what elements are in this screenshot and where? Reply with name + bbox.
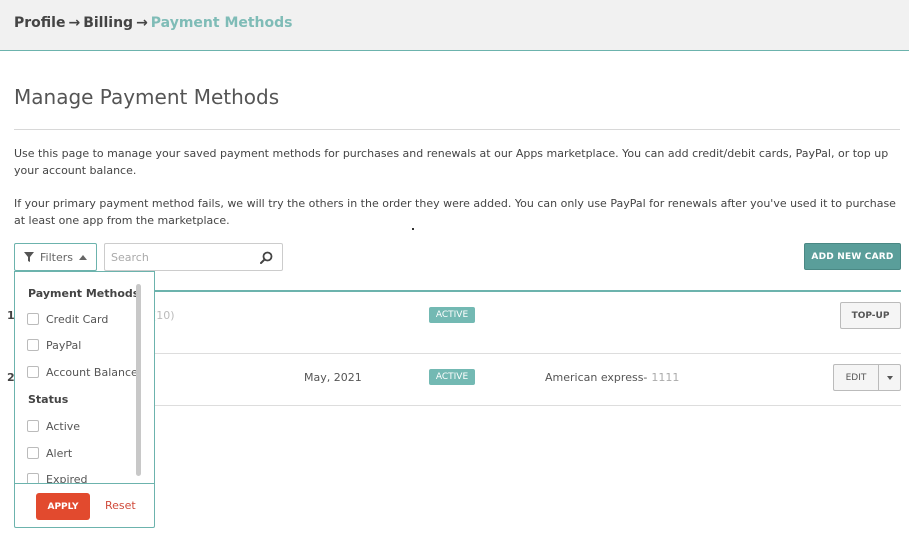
intro-paragraph-2: If your primary payment method fails, we… (14, 197, 896, 227)
status-badge: ACTIVE (429, 369, 475, 385)
status-badge: ACTIVE (429, 307, 475, 323)
search-input[interactable] (111, 249, 251, 265)
filter-option-alert[interactable]: Alert (27, 445, 72, 461)
checkbox[interactable] (27, 339, 39, 351)
row-expiry-date: May, 2021 (304, 371, 362, 384)
row-balance-count: (10) (152, 309, 175, 322)
filters-label: Filters (40, 250, 73, 264)
title-divider (14, 129, 900, 130)
top-bar: Profile → Billing → Payment Methods (0, 0, 909, 51)
checkbox[interactable] (27, 366, 39, 378)
intro-paragraph-1: Use this page to manage your saved payme… (14, 147, 889, 177)
checkbox[interactable] (27, 473, 39, 483)
checkbox[interactable] (27, 447, 39, 459)
caret-up-icon (78, 254, 87, 260)
filter-option-expired[interactable]: Expired (27, 471, 88, 483)
edit-menu-toggle[interactable] (878, 364, 901, 391)
filter-panel-footer: APPLY Reset (15, 483, 154, 527)
checkbox[interactable] (27, 420, 39, 432)
add-new-card-button[interactable]: ADD NEW CARD (804, 243, 901, 270)
page-title: Manage Payment Methods (14, 85, 280, 109)
filter-dropdown: Payment Methods Credit Card PayPal Accou… (14, 271, 155, 528)
filter-scrollbar[interactable] (136, 284, 141, 476)
stray-dot (412, 228, 414, 230)
filter-group-title: Status (28, 393, 69, 406)
filter-option-paypal[interactable]: PayPal (27, 337, 81, 353)
checkbox[interactable] (27, 313, 39, 325)
card-type: American express- (545, 371, 648, 384)
breadcrumb-billing[interactable]: Billing (83, 15, 133, 31)
card-last-digits: 1111 (651, 371, 680, 384)
filter-option-credit-card[interactable]: Credit Card (27, 311, 108, 327)
top-up-button[interactable]: TOP-UP (840, 302, 901, 329)
filter-options-list: Payment Methods Credit Card PayPal Accou… (15, 272, 154, 483)
search-icon[interactable] (260, 251, 273, 264)
funnel-icon (24, 252, 34, 262)
breadcrumb-separator: → (68, 15, 81, 31)
edit-button-group: EDIT (833, 364, 901, 391)
breadcrumb-profile[interactable]: Profile (14, 15, 65, 31)
reset-link[interactable]: Reset (105, 499, 136, 512)
breadcrumb-current: Payment Methods (150, 15, 293, 31)
breadcrumb-separator: → (136, 15, 148, 31)
edit-button[interactable]: EDIT (833, 364, 878, 391)
apply-button[interactable]: APPLY (36, 493, 90, 520)
search-box (104, 243, 283, 271)
breadcrumb: Profile → Billing → Payment Methods (14, 15, 293, 31)
filter-option-account-balance[interactable]: Account Balance (27, 364, 138, 380)
card-info: American express- 1111 (545, 371, 679, 384)
filters-button[interactable]: Filters (14, 243, 97, 271)
filter-option-active[interactable]: Active (27, 418, 80, 434)
caret-down-icon (886, 375, 893, 380)
filter-group-title: Payment Methods (28, 287, 140, 300)
